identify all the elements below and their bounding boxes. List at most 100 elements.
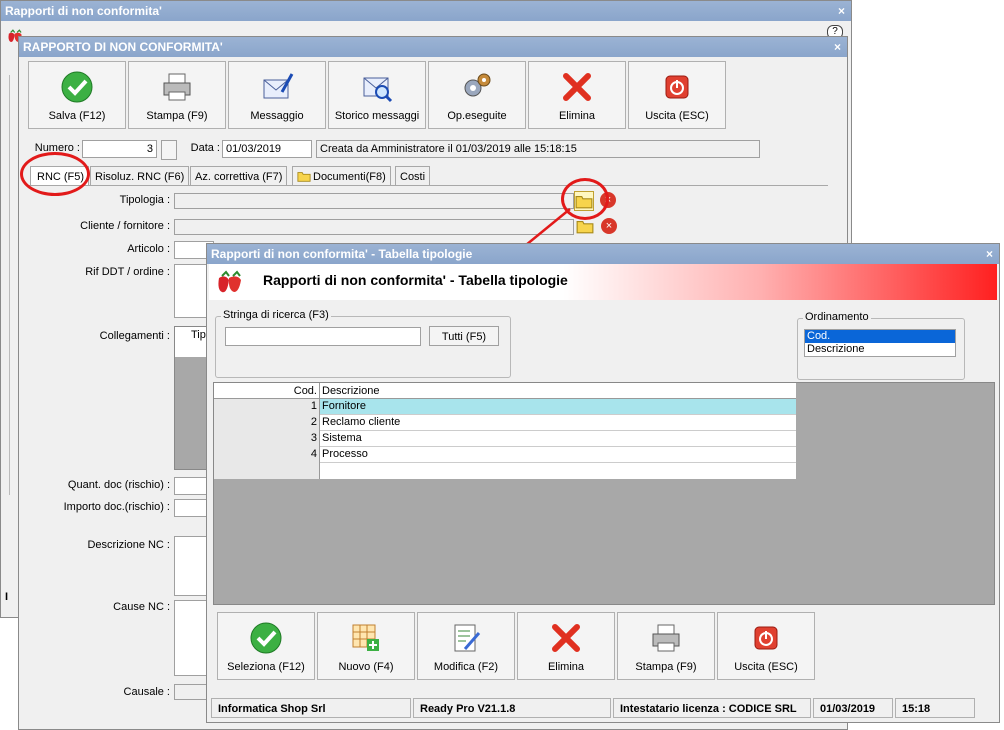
dialog-close-button[interactable]: × <box>986 244 993 264</box>
descrizione-nc-label: Descrizione NC : <box>87 539 170 551</box>
dialog-titlebar: Rapporti di non conformita' - Tabella ti… <box>207 244 999 264</box>
status-bar: Informatica Shop Srl Ready Pro V21.1.8 I… <box>211 698 995 720</box>
dialog-uscita-button[interactable]: Uscita (ESC) <box>717 612 815 680</box>
tipologie-grid: Cod. Descrizione 1 Fornitore 2 Reclamo c… <box>213 382 995 605</box>
tipologie-dialog: Rapporti di non conformita' - Tabella ti… <box>206 243 1000 723</box>
tab-az-correttiva-label: Az. correttiva (F7) <box>195 171 283 183</box>
tab-risoluz-rnc-label: Risoluz. RNC (F6) <box>95 171 185 183</box>
grid-header-descrizione[interactable]: Descrizione <box>320 383 796 399</box>
collegamenti-label: Collegamenti : <box>99 330 170 342</box>
dialog-title: Rapporti di non conformita' - Tabella ti… <box>211 247 473 261</box>
storico-messaggi-button-label: Storico messaggi <box>334 110 420 122</box>
grid-cell-cod: 4 <box>214 447 320 463</box>
data-field[interactable]: 01/03/2019 <box>222 140 312 158</box>
check-icon <box>249 621 283 655</box>
salva-button[interactable]: Salva (F12) <box>28 61 126 129</box>
grid-row-1[interactable]: 1 Fornitore <box>214 399 796 415</box>
dialog-elimina-button[interactable]: Elimina <box>517 612 615 680</box>
importo-label: Importo doc.(rischio) : <box>63 501 170 513</box>
main-window-close-button[interactable]: × <box>834 37 841 57</box>
op-eseguite-button[interactable]: Op.eseguite <box>428 61 526 129</box>
main-window-titlebar: RAPPORTO DI NON CONFORMITA' × <box>19 37 847 57</box>
status-time: 15:18 <box>895 698 975 718</box>
tab-risoluz-rnc[interactable]: Risoluz. RNC (F6) <box>90 166 190 186</box>
back-window-close-button[interactable]: × <box>838 1 845 21</box>
order-option-cod[interactable]: Cod. <box>805 330 955 343</box>
tutti-button-label: Tutti (F5) <box>441 331 487 343</box>
tab-costi-label: Costi <box>400 171 426 183</box>
grid-row-2[interactable]: 2 Reclamo cliente <box>214 415 796 431</box>
stampa-button-label: Stampa (F9) <box>146 110 208 122</box>
order-option-descrizione[interactable]: Descrizione <box>805 343 955 356</box>
rif-ddt-label: Rif DDT / ordine : <box>85 266 170 278</box>
cause-nc-label: Cause NC : <box>113 601 170 613</box>
nuovo-button-label: Nuovo (F4) <box>338 661 394 673</box>
numero-spin-button[interactable] <box>161 140 177 160</box>
causale-label: Causale : <box>123 686 170 698</box>
back-window-status-stub: I <box>5 591 9 603</box>
grid-row-3[interactable]: 3 Sistema <box>214 431 796 447</box>
numero-field[interactable]: 3 <box>82 140 157 158</box>
grid-header-cod[interactable]: Cod. <box>214 383 320 399</box>
order-group-label: Ordinamento <box>803 311 871 323</box>
cliente-clear-icon[interactable]: × <box>601 218 617 234</box>
articolo-label: Articolo : <box>127 243 170 255</box>
red-x-icon <box>549 621 583 655</box>
envelope-search-icon <box>360 70 394 104</box>
grid-cell-cod: 1 <box>214 399 320 415</box>
power-icon <box>749 621 783 655</box>
check-icon <box>60 70 94 104</box>
grid-new-row[interactable] <box>214 463 796 479</box>
status-company: Informatica Shop Srl <box>211 698 411 718</box>
modifica-button[interactable]: Modifica (F2) <box>417 612 515 680</box>
dialog-uscita-button-label: Uscita (ESC) <box>734 661 798 673</box>
seleziona-button[interactable]: Seleziona (F12) <box>217 612 315 680</box>
grid-cell-cod: 2 <box>214 415 320 431</box>
printer-icon <box>160 70 194 104</box>
grid-cell-cod: 3 <box>214 431 320 447</box>
tipologia-label: Tipologia : <box>119 194 170 206</box>
uscita-button[interactable]: Uscita (ESC) <box>628 61 726 129</box>
tab-az-correttiva[interactable]: Az. correttiva (F7) <box>190 166 288 186</box>
nuovo-button[interactable]: Nuovo (F4) <box>317 612 415 680</box>
grid-add-icon <box>349 621 383 655</box>
cliente-label: Cliente / fornitore : <box>80 220 170 232</box>
folder-icon <box>297 169 311 183</box>
dialog-header-title: Rapporti di non conformita' - Tabella ti… <box>263 272 568 288</box>
storico-messaggi-button[interactable]: Storico messaggi <box>328 61 426 129</box>
modifica-button-label: Modifica (F2) <box>433 661 499 673</box>
back-window-titlebar: Rapporti di non conformita' × <box>1 1 851 21</box>
grid-cell-desc: Processo <box>322 448 368 460</box>
power-icon <box>660 70 694 104</box>
grid-new-row-cod <box>214 463 320 479</box>
stampa-button[interactable]: Stampa (F9) <box>128 61 226 129</box>
tab-content-border <box>28 185 828 186</box>
doc-edit-icon <box>449 621 483 655</box>
numero-value: 3 <box>146 143 153 155</box>
annotation-circle-tab <box>20 152 90 196</box>
tutti-button[interactable]: Tutti (F5) <box>429 326 499 346</box>
back-window-title: Rapporti di non conformita' <box>5 4 162 18</box>
gears-icon <box>460 70 494 104</box>
grid-cell-desc: Reclamo cliente <box>322 416 401 428</box>
uscita-button-label: Uscita (ESC) <box>645 110 709 122</box>
grid-row-4[interactable]: 4 Processo <box>214 447 796 463</box>
dialog-elimina-button-label: Elimina <box>547 661 585 673</box>
search-group-label: Stringa di ricerca (F3) <box>221 309 331 321</box>
search-input[interactable] <box>225 327 421 346</box>
dialog-stampa-button-label: Stampa (F9) <box>635 661 697 673</box>
grid-cell-desc: Fornitore <box>320 399 796 414</box>
created-info-field: Creata da Amministratore il 01/03/2019 a… <box>316 140 760 158</box>
tab-documenti[interactable]: Documenti(F8) <box>292 166 391 186</box>
status-date: 01/03/2019 <box>813 698 893 718</box>
red-x-icon <box>560 70 594 104</box>
dialog-header-banner: Rapporti di non conformita' - Tabella ti… <box>209 264 997 300</box>
order-listbox[interactable]: Cod. Descrizione <box>804 329 956 357</box>
dialog-stampa-button[interactable]: Stampa (F9) <box>617 612 715 680</box>
messaggio-button-label: Messaggio <box>250 110 304 122</box>
data-value: 01/03/2019 <box>226 143 282 155</box>
created-info-text: Creata da Amministratore il 01/03/2019 a… <box>320 143 577 155</box>
tab-costi[interactable]: Costi <box>395 166 431 186</box>
messaggio-button[interactable]: Messaggio <box>228 61 326 129</box>
elimina-button[interactable]: Elimina <box>528 61 626 129</box>
